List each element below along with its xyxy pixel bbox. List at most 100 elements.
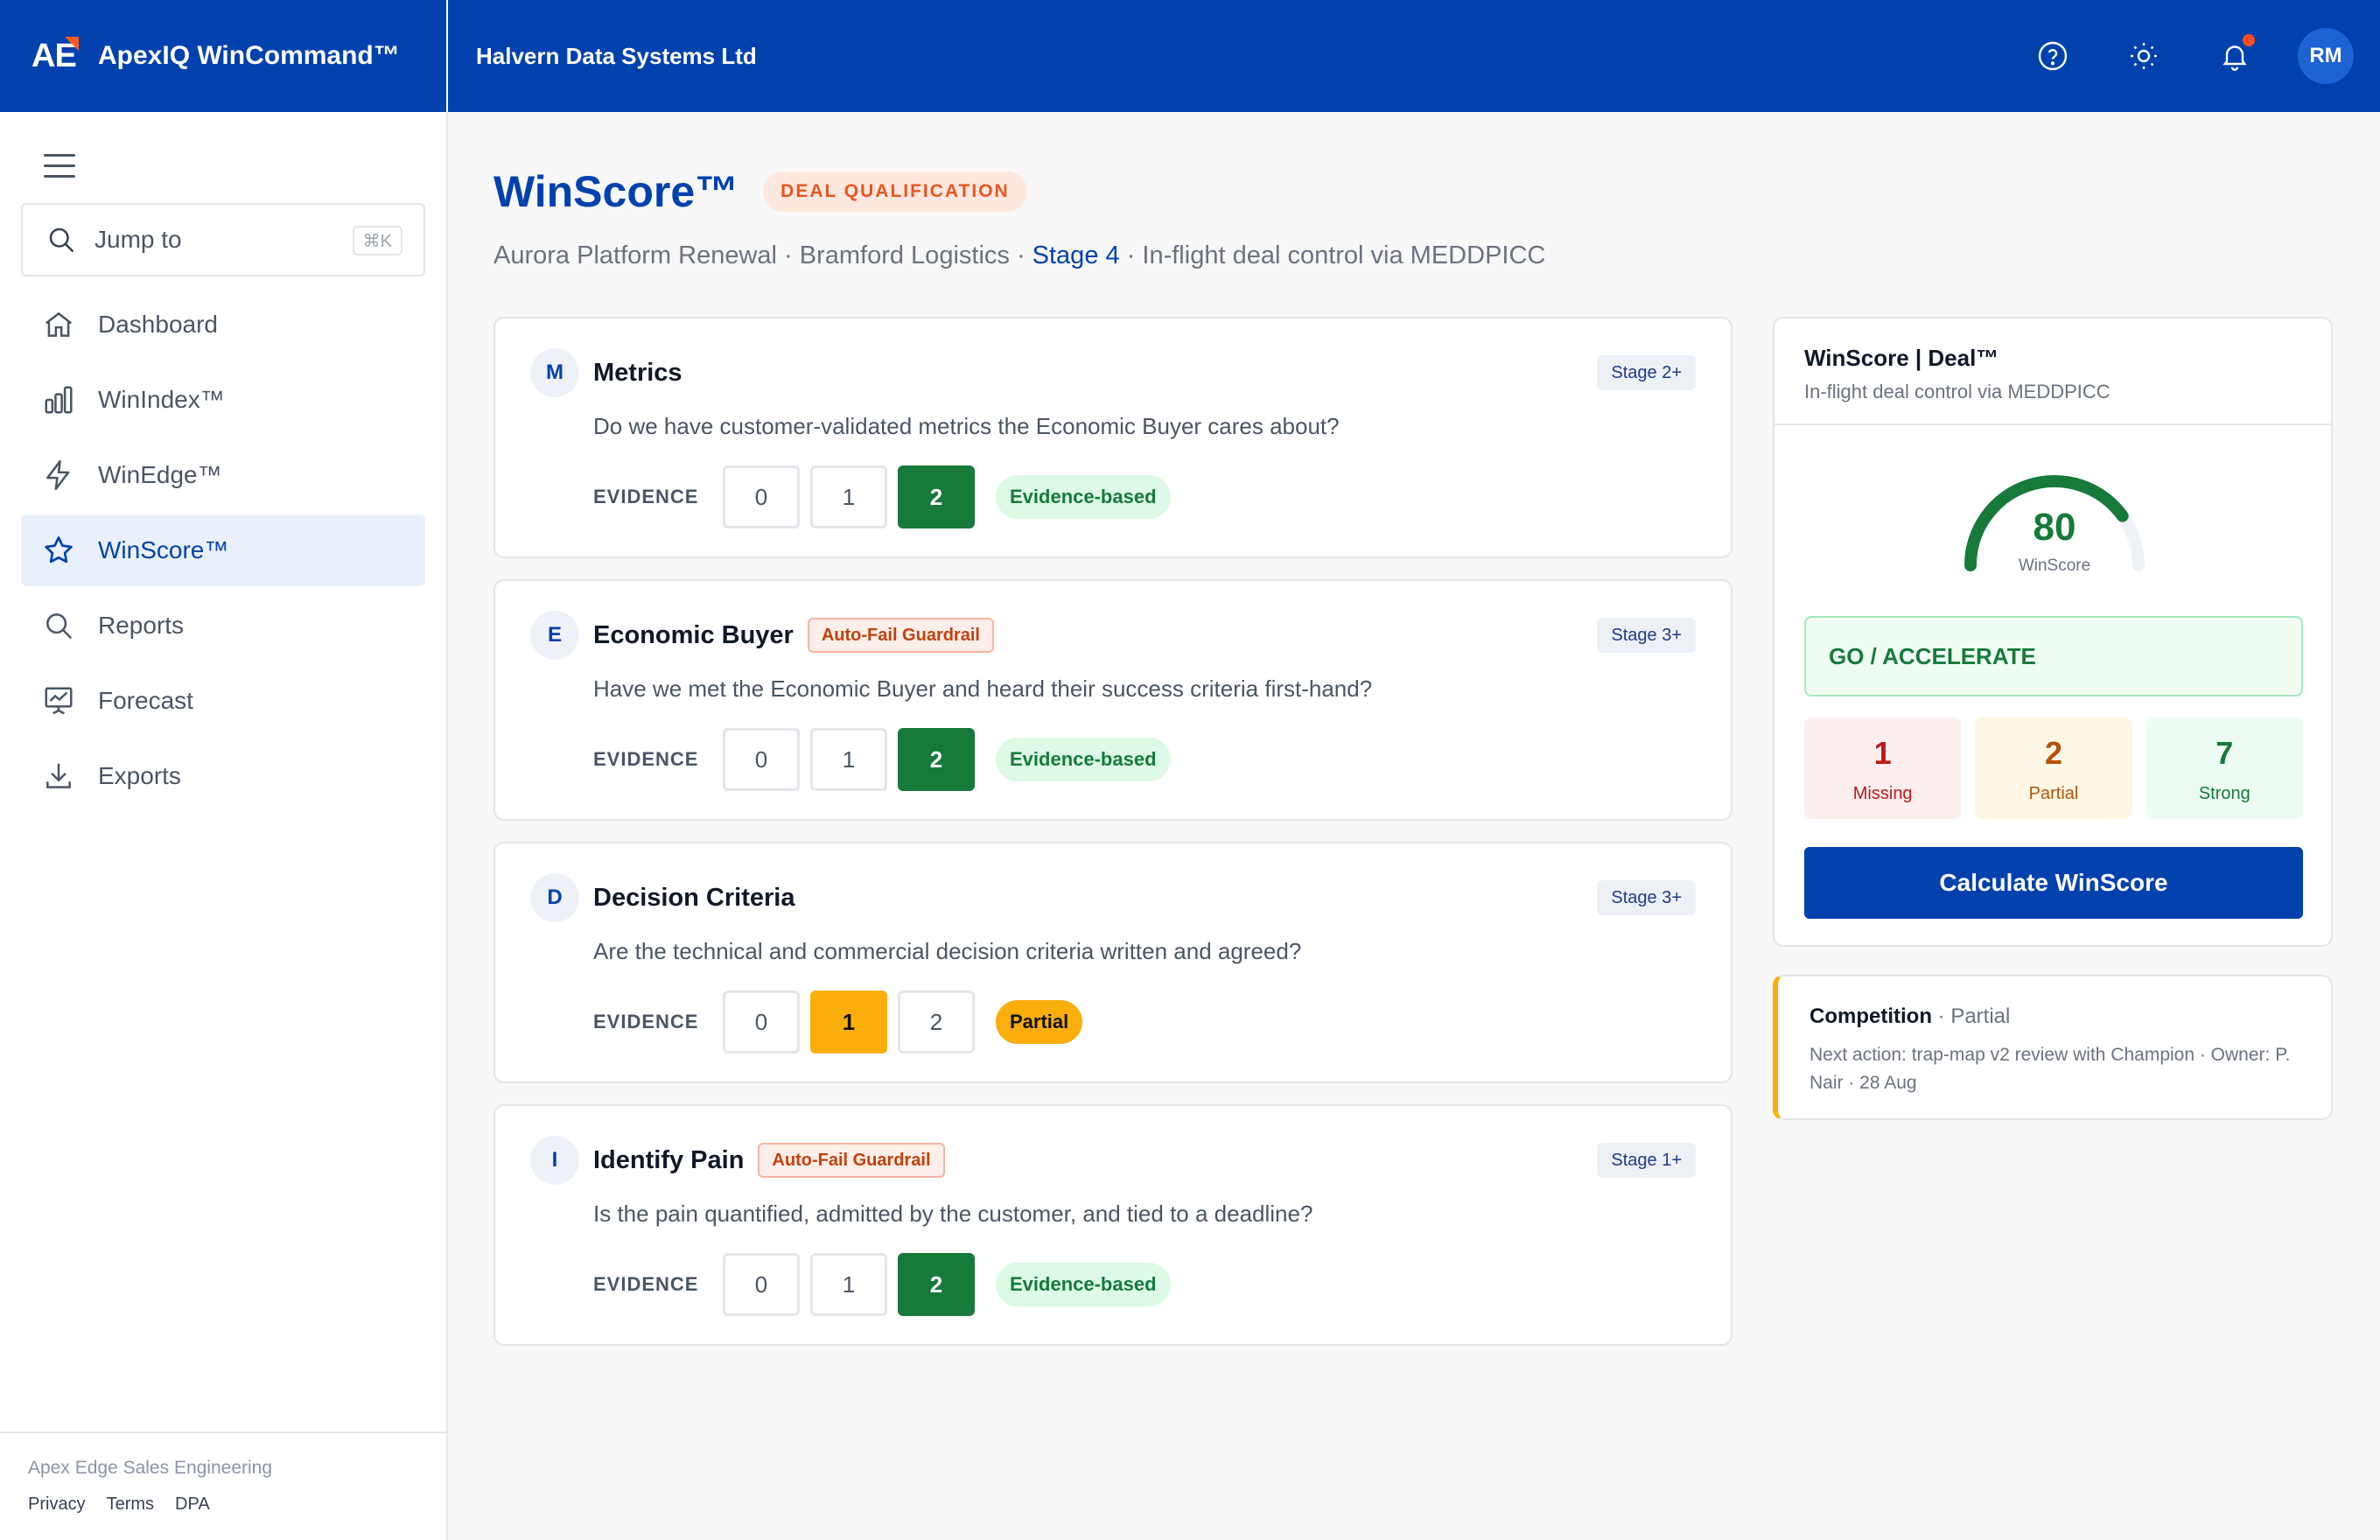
sidebar-item-label: WinIndex™ (98, 386, 225, 413)
sidebar-item-label: Dashboard (98, 311, 218, 338)
calculate-winscore-button[interactable]: Calculate WinScore (1804, 847, 2303, 919)
theme-toggle-button[interactable] (2098, 0, 2189, 112)
logo-accent (65, 37, 79, 51)
download-icon (46, 763, 71, 788)
count-value: 2 (2044, 735, 2062, 771)
score-option-1[interactable]: 1 (810, 466, 887, 528)
status-badge: Evidence-based (996, 1263, 1171, 1306)
score-option-0[interactable]: 0 (723, 990, 800, 1054)
criterion-header: Metrics (593, 354, 682, 392)
title-row: WinScore™ DEAL QUALIFICATION (494, 166, 2340, 217)
menu-icon[interactable] (44, 154, 75, 178)
competition-state: · Partial (1937, 1004, 2011, 1028)
score-gauge: 80 WinScore (1962, 472, 2147, 586)
guardrail-badge: Auto-Fail Guardrail (758, 1143, 945, 1178)
status-badge: Partial (996, 1000, 1083, 1044)
score-option-0[interactable]: 0 (723, 1253, 800, 1316)
score-option-0[interactable]: 0 (723, 466, 800, 528)
score-option-2[interactable]: 2 (898, 990, 975, 1054)
score-option-1[interactable]: 1 (810, 1253, 887, 1316)
jump-to-search[interactable]: Jump to ⌘K (21, 203, 425, 276)
help-button[interactable] (2007, 0, 2098, 112)
deal-context: Aurora Platform Renewal · Bramford Logis… (494, 242, 1032, 270)
sidebar-item-label: WinEdge™ (98, 461, 222, 488)
stage-tag: Stage 1+ (1597, 1143, 1696, 1178)
status-badge: Evidence-based (996, 738, 1171, 781)
sidebar-item-dashboard[interactable]: Dashboard (21, 289, 425, 360)
evidence-row: EVIDENCE 0 1 2 Partial (593, 990, 1083, 1054)
criterion-header: Economic Buyer Auto-Fail Guardrail (593, 616, 994, 654)
panel-title: WinScore | Deal™ (1804, 345, 1999, 371)
criterion-card-identify-pain: I Identify Pain Auto-Fail Guardrail Stag… (494, 1104, 1732, 1346)
criterion-card-economic-buyer: E Economic Buyer Auto-Fail Guardrail Sta… (494, 579, 1732, 821)
criterion-card-decision-criteria: D Decision Criteria Stage 3+ Are the tec… (494, 842, 1732, 1083)
brand[interactable]: AE ApexIQ WinCommand™ (0, 0, 448, 112)
competition-title: Competition (1810, 1004, 1932, 1028)
guardrail-badge: Auto-Fail Guardrail (807, 618, 994, 653)
criterion-question: Have we met the Economic Buyer and heard… (593, 676, 1373, 702)
sidebar-item-winscore[interactable]: WinScore™ (21, 514, 425, 586)
sidebar-item-exports[interactable]: Exports (21, 740, 425, 812)
sidebar-item-reports[interactable]: Reports (21, 590, 425, 662)
bolt-icon (46, 459, 70, 491)
verdict-banner: GO / ACCELERATE (1804, 616, 2303, 696)
section-badge: DEAL QUALIFICATION (763, 172, 1027, 212)
evidence-row: EVIDENCE 0 1 2 Evidence-based (593, 1253, 1171, 1316)
header-actions: RM (2007, 0, 2380, 112)
count-value: 7 (2216, 735, 2234, 771)
footer-links: Privacy Terms DPA (28, 1494, 446, 1515)
terms-link[interactable]: Terms (107, 1494, 154, 1515)
evidence-label: EVIDENCE (593, 1273, 699, 1295)
user-avatar[interactable]: RM (2298, 28, 2354, 84)
bar-chart-icon (45, 386, 73, 414)
page-title: WinScore™ (494, 167, 739, 216)
notifications-button[interactable] (2189, 0, 2280, 112)
score-option-0[interactable]: 0 (723, 728, 800, 791)
winscore-panel: WinScore | Deal™ In-flight deal control … (1773, 317, 2333, 947)
evidence-label: EVIDENCE (593, 486, 699, 508)
org-name: Halvern Data Systems Ltd (476, 42, 757, 69)
evidence-label: EVIDENCE (593, 748, 699, 770)
sidebar-item-label: Forecast (98, 687, 193, 714)
count-label: Missing (1852, 784, 1913, 803)
score-value: 80 (2033, 506, 2076, 549)
criterion-question: Do we have customer-validated metrics th… (593, 413, 1340, 439)
page-subtitle: Aurora Platform Renewal · Bramford Logis… (494, 242, 2340, 270)
criteria-list: M Metrics Stage 2+ Do we have customer-v… (494, 317, 1732, 1367)
sidebar-item-label: Exports (98, 762, 181, 789)
sidebar-item-label: Reports (98, 612, 185, 639)
score-option-2[interactable]: 2 (898, 1253, 975, 1316)
partial-count: 2 Partial (1975, 718, 2132, 819)
sidebar-item-forecast[interactable]: Forecast (21, 665, 425, 737)
score-option-2[interactable]: 2 (898, 466, 975, 528)
sidebar-item-winedge[interactable]: WinEdge™ (21, 439, 425, 511)
criterion-letter: I (530, 1136, 579, 1185)
score-option-2[interactable]: 2 (898, 728, 975, 791)
stage-link[interactable]: Stage 4 (1032, 242, 1120, 270)
help-icon (2038, 41, 2068, 71)
criterion-name: Economic Buyer (593, 620, 794, 649)
criterion-question: Is the pain quantified, admitted by the … (593, 1200, 1313, 1227)
count-value: 1 (1873, 735, 1892, 771)
search-icon (49, 228, 74, 253)
count-label: Strong (2198, 784, 2250, 803)
presentation-chart-icon (45, 687, 73, 715)
count-label: Partial (2028, 784, 2079, 803)
criterion-header: Identify Pain Auto-Fail Guardrail (593, 1141, 945, 1180)
score-label: WinScore (2018, 556, 2091, 575)
sidebar-nav: Dashboard WinIndex™ WinEdge™ WinScore™ R… (21, 289, 425, 816)
competition-note: Next action: trap-map v2 review with Cha… (1810, 1045, 2291, 1093)
strong-count: 7 Strong (2146, 718, 2303, 819)
criterion-question: Are the technical and commercial decisio… (593, 938, 1302, 964)
privacy-link[interactable]: Privacy (28, 1494, 86, 1515)
criterion-header: Decision Criteria (593, 878, 794, 917)
criterion-letter: E (530, 611, 579, 660)
score-option-1[interactable]: 1 (810, 990, 887, 1054)
score-option-1[interactable]: 1 (810, 728, 887, 791)
sidebar-item-winindex[interactable]: WinIndex™ (21, 364, 425, 436)
dpa-link[interactable]: DPA (175, 1494, 210, 1515)
sidebar-item-label: WinScore™ (98, 536, 229, 564)
jump-to-label: Jump to (94, 226, 182, 253)
criterion-letter: D (530, 873, 579, 922)
evidence-label: EVIDENCE (593, 1011, 699, 1032)
